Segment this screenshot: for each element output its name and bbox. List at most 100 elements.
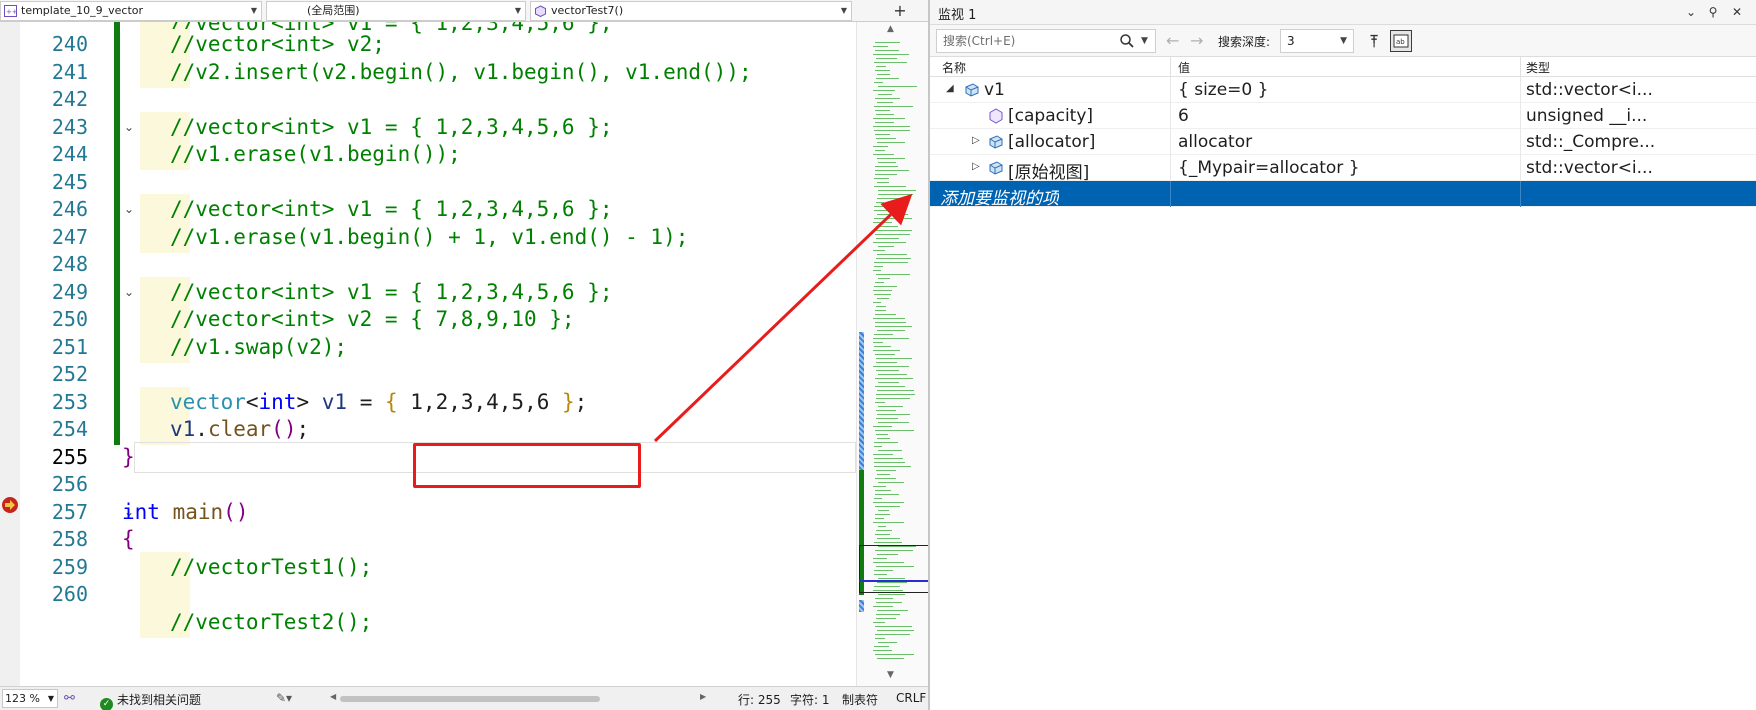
code-line[interactable]: 254 v1.clear(); xyxy=(0,414,862,445)
search-forward-icon[interactable]: → xyxy=(1190,31,1203,50)
column-splitter[interactable] xyxy=(1170,57,1171,77)
column-splitter[interactable] xyxy=(1520,57,1521,77)
cell-divider xyxy=(1520,181,1521,207)
code-line[interactable]: 252 xyxy=(0,359,862,390)
pin-icon[interactable]: ⚲ xyxy=(1704,3,1722,21)
watch-row[interactable]: [capacity] 6 unsigned __i... xyxy=(930,103,1756,129)
hex-display-icon[interactable]: ab xyxy=(1390,30,1412,52)
search-depth-combo[interactable]: 3 ▼ xyxy=(1280,29,1354,53)
watch-value[interactable]: {_Mypair=allocator } xyxy=(1178,158,1514,178)
scrollbar-map-mark xyxy=(873,302,881,303)
scrollbar-map-mark xyxy=(875,234,910,235)
scrollbar-map-mark xyxy=(876,226,898,227)
watch-name[interactable]: [capacity] xyxy=(1008,106,1093,126)
collapse-arrow-icon[interactable]: ◢ xyxy=(946,83,956,94)
project-dropdown[interactable]: ++ template_10_9_vector ▼ xyxy=(0,1,262,21)
code-line[interactable]: 242 xyxy=(0,84,862,115)
code-line[interactable]: 250 //vector<int> v2 = { 7,8,9,10 }; xyxy=(0,304,862,335)
scrollbar-map-mark xyxy=(876,138,896,139)
scrollbar-map-mark xyxy=(873,154,894,155)
close-icon[interactable]: ✕ xyxy=(1728,3,1746,21)
line-indicator[interactable]: 行: 255 xyxy=(738,691,781,708)
eol-indicator[interactable]: CRLF xyxy=(896,691,926,705)
expand-arrow-icon[interactable]: ▷ xyxy=(972,135,982,146)
code-line[interactable]: 244 //v1.erase(v1.begin()); xyxy=(0,139,862,170)
scrollbar-map-mark xyxy=(878,510,889,511)
chevron-down-icon[interactable]: ▼ xyxy=(1141,30,1148,52)
code-line[interactable]: 249 ⌄ //vector<int> v1 = { 1,2,3,4,5,6 }; xyxy=(0,276,862,308)
fold-chevron-icon[interactable]: ⌄ xyxy=(122,285,136,299)
scroll-left-icon[interactable]: ◀ xyxy=(330,692,336,701)
scroll-down-icon[interactable]: ▼ xyxy=(887,670,894,680)
code-line[interactable]: 248 xyxy=(0,249,862,280)
column-header-value[interactable]: 值 xyxy=(1178,59,1190,76)
brush-icon[interactable]: ✎▾ xyxy=(276,691,292,705)
code-line[interactable]: 256 xyxy=(0,469,862,500)
window-menu-chevron-icon[interactable]: ⌄ xyxy=(1682,3,1700,21)
scrollbar-map-mark xyxy=(873,342,883,343)
search-back-icon[interactable]: ← xyxy=(1166,31,1179,50)
fold-chevron-icon[interactable]: ⌄ xyxy=(122,120,136,134)
scrollbar-viewport[interactable] xyxy=(859,545,929,593)
cell-divider xyxy=(1520,129,1521,155)
watch-name[interactable]: [原始视图] xyxy=(1008,158,1089,183)
code-editor[interactable]: ++ template_10_9_vector ▼ (全局范围) ▼ vecto… xyxy=(0,0,944,710)
split-editor-icon[interactable]: + xyxy=(890,2,910,20)
scrollbar-map-mark xyxy=(876,434,888,435)
code-line[interactable]: 259 //vectorTest1(); xyxy=(0,551,862,583)
search-icon[interactable] xyxy=(1119,33,1135,49)
code-line[interactable]: 253 vector<int> v1 = { 1,2,3,4,5,6 }; xyxy=(0,386,862,418)
code-line[interactable]: 251 //v1.swap(v2); xyxy=(0,331,862,363)
horizontal-scroll-thumb[interactable] xyxy=(340,696,600,702)
code-line[interactable]: 241 //v2.insert(v2.begin(), v1.begin(), v… xyxy=(0,56,862,88)
watch-value[interactable]: { size=0 } xyxy=(1178,80,1514,100)
code-text: vector<int> v1 = { 1,2,3,4,5,6 }; xyxy=(170,389,588,414)
copilot-icon[interactable]: ⚯ xyxy=(64,691,75,706)
code-line[interactable]: 258 { xyxy=(0,524,862,555)
code-text: v1.clear(); xyxy=(170,417,310,441)
code-line[interactable]: 246 ⌄ //vector<int> v1 = { 1,2,3,4,5,6 }; xyxy=(0,194,862,225)
scroll-up-icon[interactable]: ▲ xyxy=(887,24,894,34)
watch-name[interactable]: [allocator] xyxy=(1008,132,1095,152)
code-line[interactable]: 247 //v1.erase(v1.begin() + 1, v1.end() -… xyxy=(0,221,862,253)
scrollbar-map-mark xyxy=(873,338,909,339)
line-number: 258 xyxy=(51,527,88,551)
add-watch-text[interactable]: 添加要监视的项 xyxy=(940,184,1059,209)
search-input[interactable]: 搜索(Ctrl+E) ▼ xyxy=(936,29,1156,53)
scroll-right-icon[interactable]: ▶ xyxy=(700,692,706,701)
tabs-indicator[interactable]: 制表符 xyxy=(842,691,878,708)
cell-divider xyxy=(1170,129,1171,155)
code-line[interactable]: 243 ⌄ //vector<int> v1 = { 1,2,3,4,5,6 }; xyxy=(0,111,862,143)
code-line[interactable]: 240 //vector<int> v2; xyxy=(0,29,862,60)
expand-arrow-icon[interactable]: ▷ xyxy=(972,161,982,172)
code-view[interactable]: //vector<int> v1 = { 1,2,3,4,5,6 }; 240 //… xyxy=(0,22,862,686)
zoom-combo[interactable]: 123 % ▼ xyxy=(2,689,58,708)
scrollbar-map-mark xyxy=(873,126,910,127)
watch-toolbar: 搜索(Ctrl+E) ▼ ← → 搜索深度: 3 ▼ ab xyxy=(930,25,1756,57)
code-line[interactable]: 245 xyxy=(0,166,862,198)
horizontal-scrollbar[interactable]: ◀ ▶ xyxy=(330,692,706,704)
watch-value[interactable]: 6 xyxy=(1178,106,1514,126)
scope-dropdown[interactable]: (全局范围) ▼ xyxy=(266,1,526,21)
pin-to-source-icon[interactable] xyxy=(1364,30,1386,52)
watch-row[interactable]: ▷ [原始视图] {_Mypair=allocator } std::vector<i… xyxy=(930,155,1756,183)
code-line[interactable]: 257 ⌄ int main() xyxy=(0,497,862,528)
add-watch-row[interactable]: 添加要监视的项 xyxy=(930,181,1756,209)
line-number: 246 xyxy=(51,197,88,221)
watch-name[interactable]: v1 xyxy=(984,80,1005,100)
fold-chevron-icon[interactable]: ⌄ xyxy=(122,202,136,216)
code-line[interactable]: 255} xyxy=(0,441,862,473)
watch-row[interactable]: ◢ v1 { size=0 } std::vector<i... xyxy=(930,77,1756,103)
scrollbar-map-mark xyxy=(874,186,906,187)
watch-value[interactable]: allocator xyxy=(1178,132,1514,152)
scrollbar-map-mark xyxy=(878,86,917,87)
code-line[interactable]: 260 xyxy=(0,579,862,610)
column-header-type[interactable]: 类型 xyxy=(1526,59,1550,76)
member-dropdown[interactable]: vectorTest7() ▼ xyxy=(530,1,852,21)
watch-row[interactable]: ▷ [allocator] allocator std::_Compre... xyxy=(930,129,1756,155)
vertical-scrollbar[interactable]: ▲ ▼ xyxy=(856,22,932,686)
char-indicator[interactable]: 字符: 1 xyxy=(790,691,830,708)
issues-status[interactable]: ✓ 未找到相关问题 xyxy=(100,691,201,710)
column-header-name[interactable]: 名称 xyxy=(942,59,966,76)
search-depth-value: 3 xyxy=(1287,34,1295,48)
